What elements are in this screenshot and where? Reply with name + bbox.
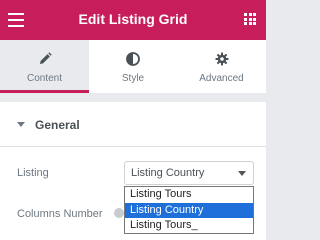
listing-select-value: Listing Country [131, 167, 205, 179]
listing-select[interactable]: Listing Country [124, 161, 254, 185]
gear-icon [215, 52, 228, 66]
columns-number-label: Columns Number [17, 208, 103, 220]
panel-title: Edit Listing Grid [78, 11, 188, 27]
tab-advanced[interactable]: Advanced [177, 40, 266, 93]
listing-label: Listing [17, 167, 49, 179]
listing-dropdown: Listing Tours Listing Country Listing To… [124, 186, 254, 234]
section-general-toggle[interactable]: General [0, 102, 266, 147]
section-title: General [35, 118, 80, 132]
panel-header: Edit Listing Grid [0, 0, 266, 40]
caret-down-icon [17, 122, 25, 127]
tab-content-label: Content [26, 73, 63, 84]
listing-option-selected[interactable]: Listing Country [125, 203, 253, 218]
editor-tabs: Content Style Advanced [0, 40, 266, 93]
listing-option[interactable]: Listing Tours_ [125, 218, 253, 233]
half-circle-icon [126, 52, 140, 66]
tab-style[interactable]: Style [89, 40, 177, 93]
responsive-icon[interactable] [114, 208, 124, 218]
chevron-down-icon [238, 171, 246, 176]
listing-option[interactable]: Listing Tours [125, 187, 253, 202]
tab-content[interactable]: Content [0, 40, 89, 93]
tab-advanced-label: Advanced [199, 73, 244, 84]
pencil-icon [39, 52, 52, 64]
widgets-grid-icon[interactable] [244, 13, 256, 25]
tab-style-label: Style [121, 73, 145, 84]
